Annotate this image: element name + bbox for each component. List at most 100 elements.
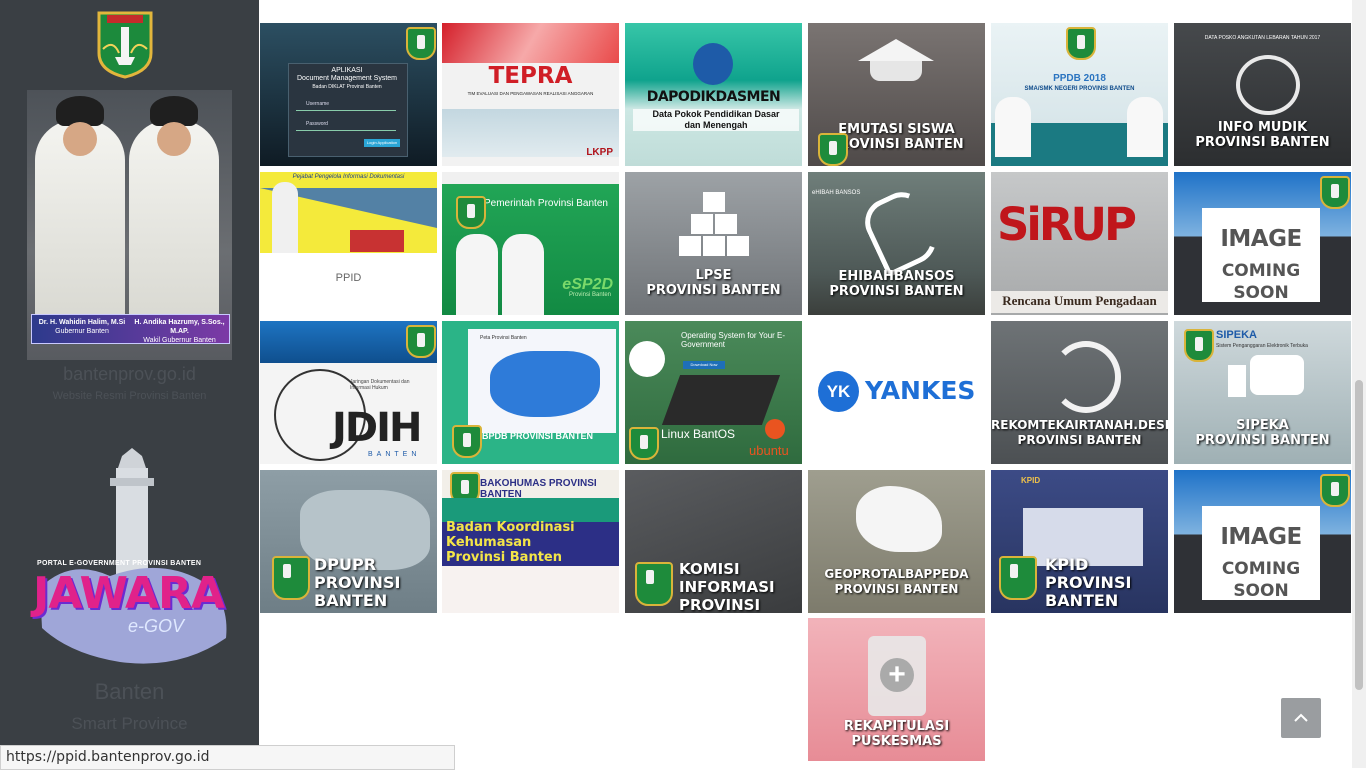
banten-map-icon — [856, 486, 942, 552]
tile-geoportal-bappeda[interactable]: GEOPROTALBAPPEDA PROVINSI BANTEN — [808, 470, 985, 613]
page-scrollbar[interactable] — [1352, 0, 1366, 768]
site-link[interactable]: bantenprov.go.id — [0, 364, 259, 385]
sipeka-top-text: SIPEKA — [1216, 329, 1257, 341]
bakohumas-label-2: Provinsi Banten — [446, 550, 562, 565]
lpse-label-2: PROVINSI BANTEN — [646, 283, 781, 298]
ehibah-label: EHIBAHBANSOS — [838, 269, 955, 284]
banten-map-icon — [490, 351, 600, 417]
brand-subtitle: Smart Province — [71, 714, 188, 733]
tile-emutasi-siswa[interactable]: EMUTASI SISWA PROVINSI BANTEN — [808, 23, 985, 166]
sirup-logo: SiRUP — [997, 198, 1137, 251]
site-subtitle: Website Resmi Provinsi Banten — [52, 390, 207, 402]
coming-soon-placeholder: IMAGE COMING SOON — [1202, 208, 1320, 303]
dms-subtitle: Document Management System — [297, 75, 397, 82]
banten-badge-icon — [629, 427, 659, 460]
kpid-label: KPID — [1045, 555, 1089, 574]
tile-esp2d[interactable]: Pemerintah Provinsi Banten eSP2D Provins… — [442, 172, 619, 315]
tile-rekomtekairtanah[interactable]: REKOMTEKAIRTANAH.DESDM PROVINSI BANTEN — [991, 321, 1168, 464]
vice-governor-role: Wakil Gubernur Banten — [143, 337, 216, 344]
dms-title: APLIKASI — [331, 67, 363, 74]
back-to-top-button[interactable] — [1281, 698, 1321, 738]
banten-badge-icon — [1066, 27, 1096, 60]
hand-icon — [857, 184, 945, 278]
rekomtek-label: REKOMTEKAIRTANAH.DESDM — [991, 418, 1168, 432]
tepra-title: TEPRA — [488, 63, 573, 89]
dms-password-field: Password — [296, 121, 396, 131]
puskesmas-label-2: PUSKESMAS — [851, 734, 942, 749]
tile-ehibahbansos[interactable]: eHIBAH BANSOS EHIBAHBANSOS PROVINSI BANTE… — [808, 172, 985, 315]
tile-tepra[interactable]: TEPRA TIM EVALUASI DAN PENGAWASAN REALIS… — [442, 23, 619, 166]
tile-sirup[interactable]: SiRUP Rencana Umum Pengadaan — [991, 172, 1168, 315]
dapodik-title: DAPODIKDASMEN — [646, 89, 781, 105]
link-status-url: https://ppid.bantenprov.go.id — [0, 745, 455, 770]
kpid-top-text: KPID — [1021, 476, 1041, 485]
puskesmas-label: REKAPITULASI — [843, 719, 950, 734]
bakohumas-label: Badan Koordinasi Kehumasan — [446, 520, 575, 550]
banten-badge-icon — [1320, 176, 1350, 209]
vice-governor-name: H. Andika Hazrumy, S.Sos., M.AP. — [134, 319, 225, 335]
tile-bantos[interactable]: Operating System for Your E-Government D… — [625, 321, 802, 464]
graduation-cap-icon — [858, 39, 934, 61]
tile-dpupr[interactable]: DPUPR PROVINSI BANTEN — [260, 470, 437, 613]
dms-username-field: Username — [296, 101, 396, 111]
tile-sipeka[interactable]: SIPEKA Sistem Penganggaran Elektronik Te… — [1174, 321, 1351, 464]
tile-lpse[interactable]: LPSE PROVINSI BANTEN — [625, 172, 802, 315]
tile-ppid[interactable]: Pejabat Pengelola Informasi Dokumentasi … — [260, 172, 437, 315]
mudik-label: INFO MUDIK — [1217, 120, 1308, 135]
bakohumas-top-text: BAKOHUMAS PROVINSI BANTEN — [480, 478, 597, 500]
banten-badge-icon — [272, 556, 310, 600]
leaders-caption: Dr. H. Wahidin Halim, M.Si Gubernur Bante… — [31, 314, 230, 344]
dapodik-subtitle: Data Pokok Pendidikan Dasar — [652, 109, 780, 119]
scrollbar-thumb[interactable] — [1355, 380, 1363, 690]
tile-info-mudik[interactable]: DATA POSKO ANGKUTAN LEBARAN TAHUN 2017 I… — [1174, 23, 1351, 166]
tile-dapodikdasmen[interactable]: DAPODIKDASMEN Data Pokok Pendidikan Dasa… — [625, 23, 802, 166]
tile-kpid[interactable]: KPID KPID PROVINSI BANTEN — [991, 470, 1168, 613]
tile-dms-app[interactable]: APLIKASI Document Management System Bada… — [260, 23, 437, 166]
tile-coming-soon-1[interactable]: IMAGE COMING SOON — [1174, 172, 1351, 315]
globe-plane-icon — [1236, 55, 1300, 115]
emutasi-label-2: PROVINSI BANTEN — [829, 137, 964, 152]
geoportal-label: GEOPROTALBAPPEDA — [824, 567, 969, 581]
tile-jdih[interactable]: Jaringan Dokumentasi dan Informasi Hukum… — [260, 321, 437, 464]
brand-title: Banten — [94, 679, 165, 704]
komisi-label-2: PROVINSI BANTEN — [679, 596, 761, 613]
sipeka-label: SIPEKA — [1236, 418, 1289, 433]
banten-badge-icon — [818, 133, 848, 166]
yankes-label: YANKES — [865, 376, 976, 405]
governor-role: Gubernur Banten — [55, 328, 109, 335]
chevron-up-icon — [1294, 713, 1308, 722]
ubuntu-icon — [765, 419, 785, 439]
governor-photo: Dr. H. Wahidin Halim, M.Si Gubernur Bante… — [27, 90, 232, 360]
lkpp-logo: LKPP — [586, 147, 613, 158]
tile-bpdb[interactable]: Peta Provinsi Banten BPDB PROVINSI BANTE… — [442, 321, 619, 464]
bantos-label: Linux BantOS — [661, 427, 736, 441]
banten-badge-icon — [406, 27, 436, 60]
mudik-label-2: PROVINSI BANTEN — [1195, 135, 1330, 150]
sipeka-label-2: PROVINSI BANTEN — [1195, 433, 1330, 448]
esp2d-top-text: Pemerintah Provinsi Banten — [484, 198, 608, 209]
emutasi-label: EMUTASI SISWA — [838, 122, 955, 137]
lpse-label: LPSE — [695, 268, 732, 283]
sidebar: Dr. H. Wahidin Halim, M.Si Gubernur Bante… — [0, 0, 259, 768]
ppid-label: PPID — [335, 272, 362, 284]
ehibah-label-2: PROVINSI BANTEN — [829, 284, 964, 299]
tile-yankes[interactable]: YK YANKES — [808, 321, 985, 464]
tile-coming-soon-2[interactable]: IMAGE COMING SOON — [1174, 470, 1351, 613]
bpdb-label: BPDB PROVINSI BANTEN — [482, 431, 594, 441]
banten-emblem-icon — [97, 11, 153, 79]
tile-komisi-informasi[interactable]: KOMISI INFORMASI PROVINSI BANTEN — [625, 470, 802, 613]
bantos-download-button: Download Now — [683, 361, 725, 369]
tile-rekap-puskesmas[interactable]: + REKAPITULASI PUSKESMAS — [808, 618, 985, 761]
banten-badge-icon — [635, 562, 673, 606]
tile-bakohumas[interactable]: BAKOHUMAS PROVINSI BANTEN Badan Koordina… — [442, 470, 619, 613]
boxes-icon — [679, 192, 749, 256]
banten-badge-icon — [452, 425, 482, 458]
ppdb-year: PPDB 2018 — [1053, 73, 1106, 84]
ehibah-top-text: eHIBAH BANSOS — [812, 190, 861, 196]
portal-logo-text: JAWARA — [33, 568, 225, 619]
jdih-logo: JDIH — [332, 405, 422, 451]
tile-ppdb-2018[interactable]: PPDB 2018 SMA/SMK NEGERI PROVINSI BANTEN — [991, 23, 1168, 166]
portal-subtitle: PORTAL E-GOVERNMENT PROVINSI BANTEN — [37, 560, 202, 567]
tepra-subtitle: TIM EVALUASI DAN PENGAWASAN REALISASI AN… — [467, 91, 594, 96]
dapodik-subtitle-2: dan Menengah — [684, 120, 748, 130]
